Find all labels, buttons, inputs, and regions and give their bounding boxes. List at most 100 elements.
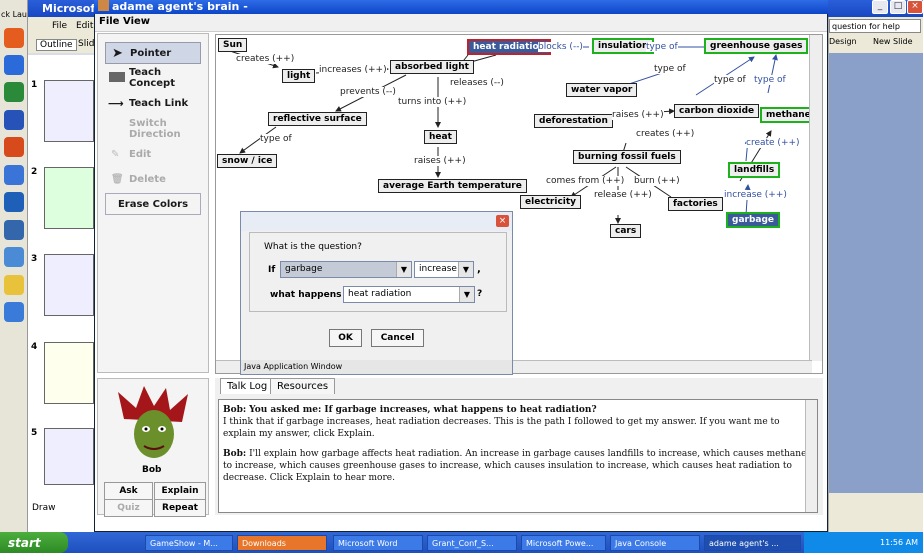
start-button[interactable]: start <box>0 532 68 553</box>
explain-button[interactable]: Explain <box>154 482 206 500</box>
slide-thumbnail[interactable] <box>44 80 94 142</box>
pp-design-button[interactable]: Design <box>829 37 857 46</box>
concept-cars[interactable]: cars <box>610 224 642 238</box>
pp-slide-thumbnails: 1 2 3 4 5 Draw <box>28 55 98 535</box>
repeat-button[interactable]: Repeat <box>154 499 206 517</box>
dialog-footer: Java Application Window <box>241 360 512 374</box>
ie-icon[interactable] <box>4 55 24 75</box>
concept-factories[interactable]: factories <box>668 197 723 211</box>
desktop-icon-strip: ck Lau <box>0 0 28 535</box>
excel-icon[interactable] <box>4 82 24 102</box>
link-type-of-2: type of <box>654 64 686 74</box>
link-increases: increases (++) <box>319 65 387 75</box>
menu-file[interactable]: File <box>99 16 119 27</box>
slide-thumbnail[interactable] <box>44 428 94 485</box>
close-icon[interactable]: × <box>907 0 923 14</box>
taskbar-item-downloads[interactable]: Downloads <box>237 535 327 551</box>
java-titlebar: adame agent's brain - _ □ × <box>94 0 923 14</box>
teach-link-tool[interactable]: ⟶ Teach Link <box>105 92 201 114</box>
tab-resources[interactable]: Resources <box>270 378 336 394</box>
pp-right-area: question for help Design New Slide <box>828 17 923 535</box>
concept-garbage[interactable]: garbage <box>726 212 781 228</box>
concept-light[interactable]: light <box>282 69 316 83</box>
agent-panel: Bob Ask Explain Quiz Repeat <box>97 378 209 517</box>
target-concept-select[interactable]: heat radiation ▼ <box>343 286 475 303</box>
change-direction-select[interactable]: increase ▼ <box>414 261 474 278</box>
concept-burning-fossil-fuels[interactable]: burning fossil fuels <box>573 150 681 164</box>
pp-new-slide-button[interactable]: New Slide <box>873 37 913 46</box>
taskbar-item-agent-brain[interactable]: adame agent's ... <box>704 535 801 551</box>
concept-carbon-dioxide[interactable]: carbon dioxide <box>674 104 760 118</box>
powerpoint-icon[interactable] <box>4 137 24 157</box>
question-group-label: What is the question? <box>262 242 364 252</box>
link-raises-1: raises (++) <box>414 156 466 166</box>
slide-thumbnail[interactable] <box>44 167 94 229</box>
firefox-icon[interactable] <box>4 28 24 48</box>
calc-icon[interactable] <box>4 220 24 240</box>
pp-tab-slides[interactable]: Slid <box>78 39 94 49</box>
ok-button[interactable]: OK <box>329 329 362 347</box>
close-icon[interactable]: × <box>496 215 509 227</box>
pp-menu-file[interactable]: File <box>52 21 67 31</box>
concept-heat[interactable]: heat <box>424 130 457 144</box>
pp-menu-edit[interactable]: Edit <box>76 21 93 31</box>
slide-number: 5 <box>31 428 38 438</box>
edit-tool[interactable]: ✎ Edit <box>105 143 201 165</box>
folder-icon[interactable] <box>4 275 24 295</box>
media-icon[interactable] <box>4 165 24 185</box>
pointer-icon: ➤ <box>112 45 123 61</box>
explanation-speaker: Bob: <box>223 449 247 459</box>
pointer-tool[interactable]: ➤ Pointer <box>105 42 201 64</box>
explanation-text: I'll explain how garbage affects heat ra… <box>223 449 807 483</box>
slide-thumbnail[interactable] <box>44 342 94 404</box>
concept-deforestation[interactable]: deforestation <box>534 114 613 128</box>
taskbar-item-java-console[interactable]: Java Console <box>610 535 700 551</box>
taskbar-item-gameshow[interactable]: GameShow - M... <box>145 535 233 551</box>
network-icon[interactable] <box>4 247 24 267</box>
question-text: You asked me: If garbage increases, what… <box>249 405 597 415</box>
taskbar-item-grant-conf[interactable]: Grant_Conf_S... <box>427 535 517 551</box>
delete-tool[interactable]: 🗑 Delete <box>105 168 201 190</box>
pp-draw-menu[interactable]: Draw <box>32 503 56 513</box>
slide-number: 3 <box>31 254 38 264</box>
concept-average-earth-temperature[interactable]: average Earth temperature <box>378 179 527 193</box>
concept-sun[interactable]: Sun <box>218 38 248 52</box>
if-label: If <box>268 265 276 275</box>
concept-water-vapor[interactable]: water vapor <box>566 83 638 97</box>
taskbar-item-powerpoint[interactable]: Microsoft Powe... <box>521 535 606 551</box>
quiz-button[interactable]: Quiz <box>104 499 153 517</box>
link-type-of-1: type of <box>646 42 678 52</box>
taskbar-item-word[interactable]: Microsoft Word <box>333 535 423 551</box>
tab-talk-log[interactable]: Talk Log <box>220 378 275 394</box>
maximize-icon[interactable]: □ <box>890 0 906 14</box>
concept-greenhouse-gases[interactable]: greenhouse gases <box>704 38 809 54</box>
slide-thumbnail[interactable] <box>44 254 94 316</box>
menu-view[interactable]: View <box>123 16 150 27</box>
concept-electricity[interactable]: electricity <box>520 195 582 209</box>
ask-button[interactable]: Ask <box>104 482 153 500</box>
app-icon[interactable] <box>4 192 24 212</box>
app2-icon[interactable] <box>4 302 24 322</box>
tool-label: Teach Link <box>129 97 189 109</box>
cancel-button[interactable]: Cancel <box>371 329 424 347</box>
start-label: start <box>8 535 41 550</box>
minimize-icon[interactable]: _ <box>872 0 888 14</box>
erase-colors-button[interactable]: Erase Colors <box>105 193 201 215</box>
talk-scrollbar[interactable] <box>805 400 817 512</box>
trash-icon: 🗑 <box>111 173 124 185</box>
vertical-scrollbar[interactable] <box>809 35 822 361</box>
link-blocks: blocks (--) <box>538 42 583 52</box>
if-concept-select[interactable]: garbage ▼ <box>280 261 412 278</box>
system-tray: 11:56 AM <box>804 532 923 553</box>
help-search-box[interactable]: question for help <box>829 19 921 33</box>
concept-absorbed-light[interactable]: absorbed light <box>390 60 474 74</box>
switch-direction-tool[interactable]: Switch Direction <box>105 118 201 140</box>
link-creates-2: creates (++) <box>636 129 695 139</box>
concept-landfills[interactable]: landfills <box>728 162 781 178</box>
word-icon[interactable] <box>4 110 24 130</box>
concept-reflective-surface[interactable]: reflective surface <box>268 112 367 126</box>
pp-tab-outline[interactable]: Outline <box>36 39 77 51</box>
teach-concept-tool[interactable]: Teach Concept <box>105 67 201 89</box>
concept-snow-ice[interactable]: snow / ice <box>217 154 278 168</box>
desktop-label: ck Lau <box>1 10 28 19</box>
